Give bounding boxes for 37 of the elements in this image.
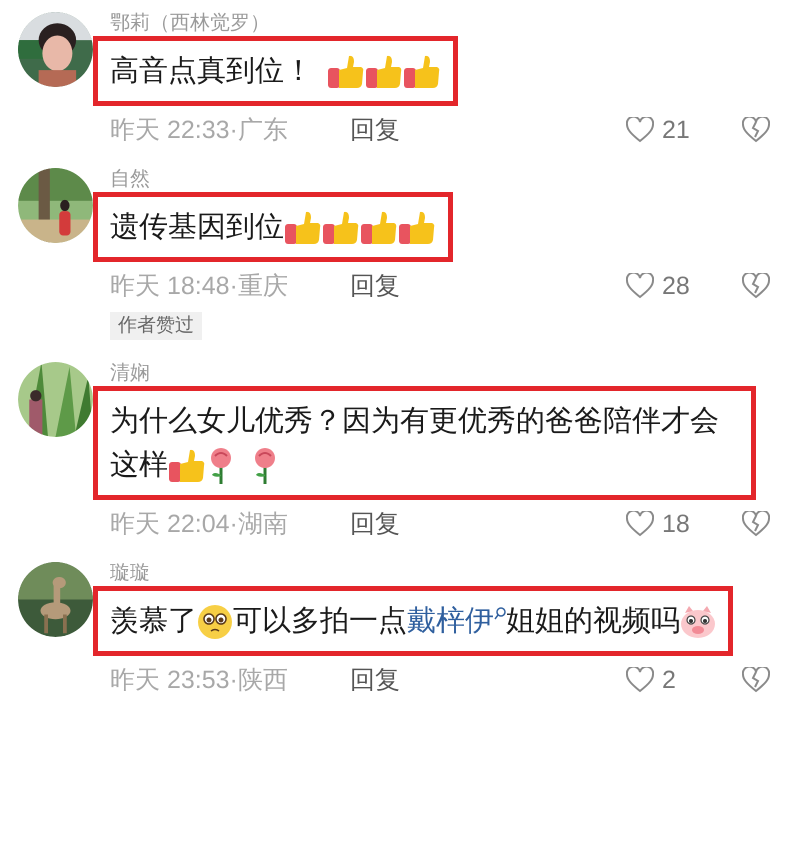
timestamp-location: 昨天 23:53·陕西 xyxy=(110,665,289,696)
timestamp-location: 昨天 22:33·广东 xyxy=(110,115,289,146)
heart-icon[interactable] xyxy=(626,511,654,537)
thumbs-up-icon xyxy=(398,210,436,246)
like-count: 28 xyxy=(662,271,691,302)
thumbs-up-icon xyxy=(365,54,403,90)
like-count: 2 xyxy=(662,665,677,696)
timestamp-location: 昨天 18:48·重庆 xyxy=(110,271,289,302)
timestamp-location: 昨天 22:04·湖南 xyxy=(110,509,289,540)
reply-link[interactable]: 回复 xyxy=(350,114,400,146)
broken-heart-icon[interactable] xyxy=(742,511,770,537)
thumbs-up-icon xyxy=(403,54,441,90)
like-count: 18 xyxy=(662,509,691,540)
thumbs-up-icon xyxy=(284,210,322,246)
like-count: 21 xyxy=(662,115,691,146)
broken-heart-icon[interactable] xyxy=(742,273,770,299)
search-icon xyxy=(494,607,506,620)
comment-text: 遗传基因到位 xyxy=(110,205,436,249)
thumbs-up-icon xyxy=(327,54,365,90)
heart-icon[interactable] xyxy=(626,117,654,143)
pig-face-icon xyxy=(680,605,716,640)
comment-text: 为什么女儿优秀？因为有更优秀的爸爸陪伴才会这样 xyxy=(110,399,739,487)
reply-link[interactable]: 回复 xyxy=(350,508,400,540)
broken-heart-icon[interactable] xyxy=(742,117,770,143)
thumbs-up-icon xyxy=(322,210,360,246)
reply-link[interactable]: 回复 xyxy=(350,664,400,696)
heart-icon[interactable] xyxy=(626,273,654,299)
comment-text: 羡慕了 可以多拍一点戴梓伊 姐姐的视频吗 xyxy=(110,599,716,643)
thumbs-up-icon xyxy=(360,210,398,246)
author-liked-badge: 作者赞过 xyxy=(110,312,202,340)
mention-link[interactable]: 戴梓伊 xyxy=(407,605,494,637)
pleading-face-icon xyxy=(197,604,233,640)
heart-icon[interactable] xyxy=(626,667,654,693)
comment-text: 高音点真到位！ xyxy=(110,49,441,93)
broken-heart-icon[interactable] xyxy=(742,667,770,693)
thumbs-up-icon xyxy=(168,448,206,484)
reply-link[interactable]: 回复 xyxy=(350,270,400,302)
